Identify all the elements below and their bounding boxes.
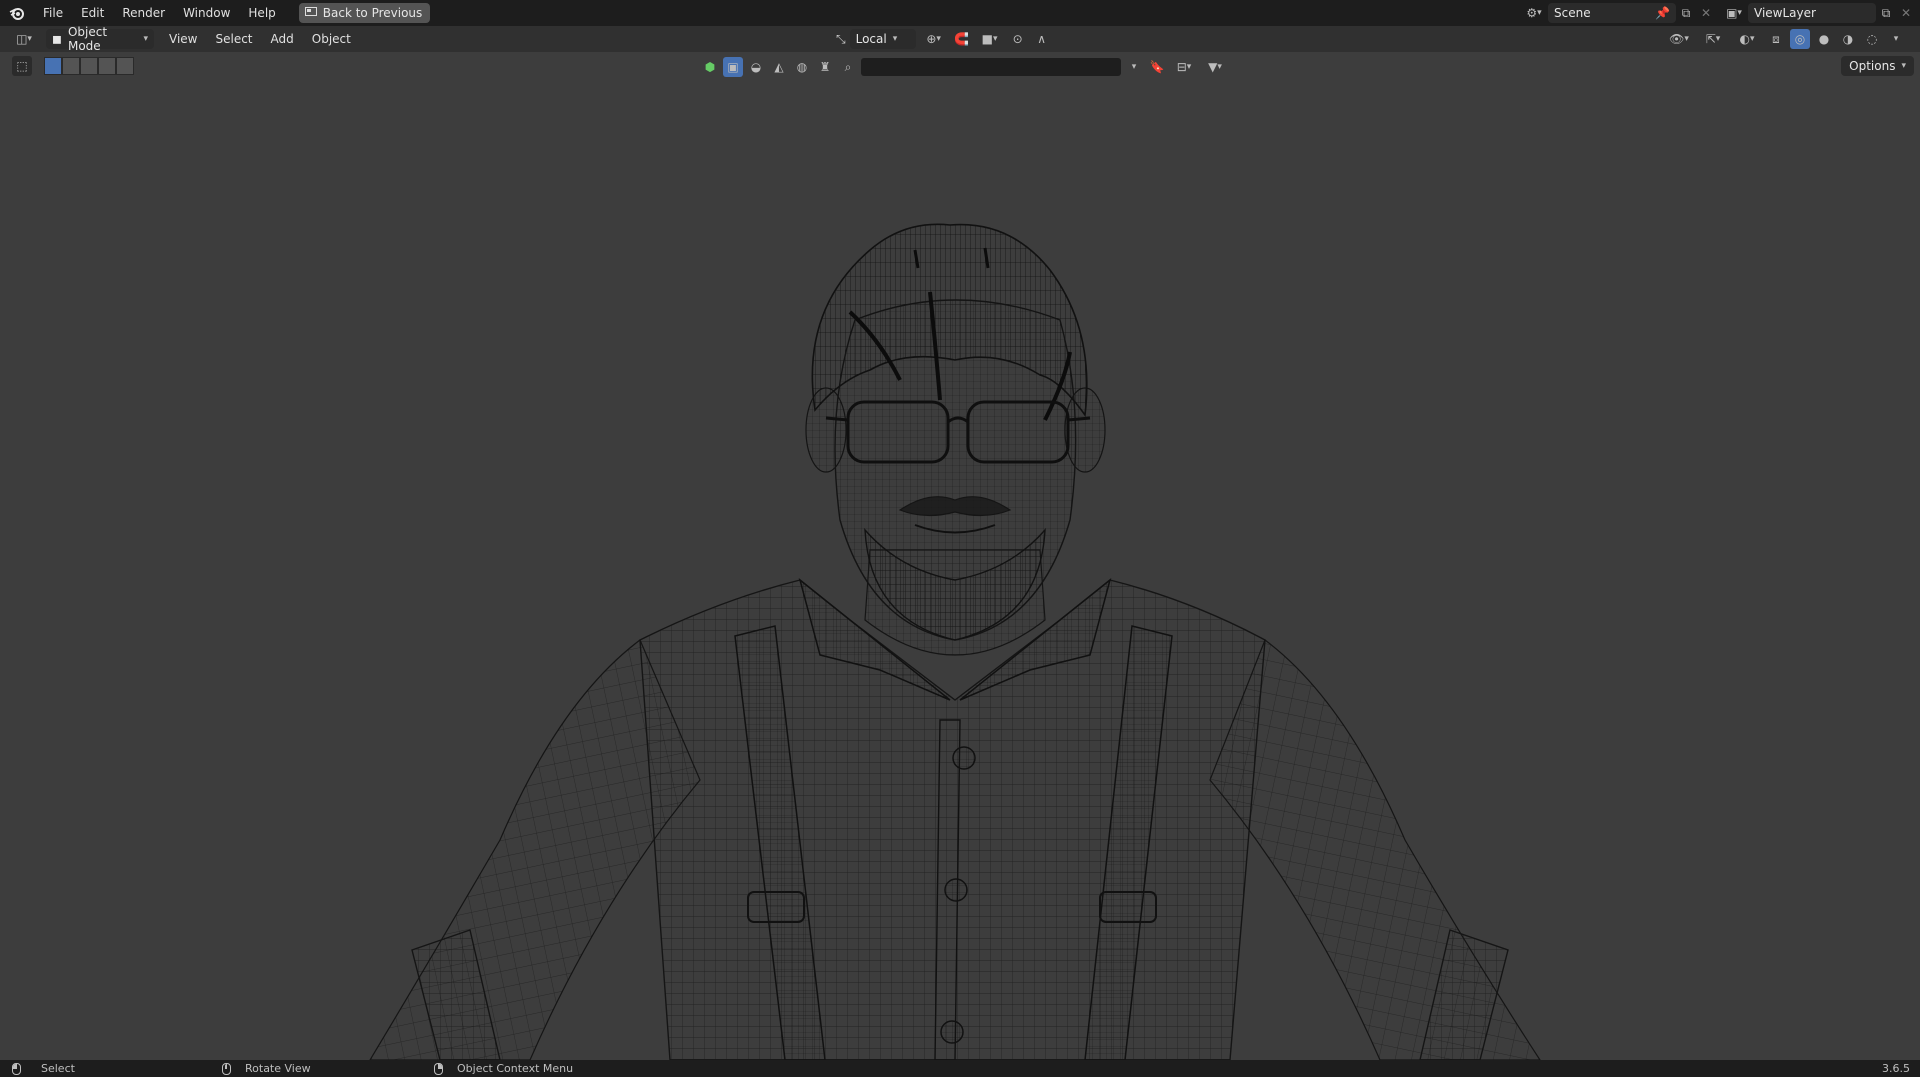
object-filter-icon[interactable]: ▣ xyxy=(723,57,743,77)
wireframe-character xyxy=(369,223,1541,1060)
wireframe-shading-icon[interactable]: ◎ xyxy=(1790,29,1810,49)
back-to-previous-button[interactable]: Back to Previous xyxy=(298,3,431,23)
view-layer-icon[interactable]: ⬢ xyxy=(700,57,720,77)
options-dropdown[interactable]: Options ▾ xyxy=(1841,56,1914,76)
menu-select[interactable]: Select xyxy=(206,32,261,46)
material-shading-icon[interactable]: ◑ xyxy=(1838,29,1858,49)
filter-icon[interactable]: ▼ ▾ xyxy=(1201,57,1229,77)
transform-controls: ⤡ Local ▾ ⊕ ▾ 🧲 ■ ▾ ⊙ ∧ xyxy=(836,29,1052,49)
mode-dropdown[interactable]: ◼ Object Mode ▾ xyxy=(46,25,154,53)
select-new-icon[interactable] xyxy=(44,57,62,75)
3d-viewport[interactable] xyxy=(0,80,1920,1060)
outliner-filter-bar: ⬢ ▣ ◒ ◭ ◍ ♜ ⌕ ▾ 🔖 ⊟ ▾ ▼ ▾ xyxy=(700,57,1229,77)
select-extend-icon[interactable] xyxy=(62,57,80,75)
select-subtract-icon[interactable] xyxy=(80,57,98,75)
viewlayer-selector-icon[interactable]: ▣ ▾ xyxy=(1720,3,1748,23)
shading-options-icon[interactable]: ▾ xyxy=(1886,29,1906,49)
select-invert-icon[interactable] xyxy=(98,57,116,75)
status-context: Object Context Menu xyxy=(434,1062,573,1075)
menu-file[interactable]: File xyxy=(34,0,72,26)
status-rotate: Rotate View xyxy=(222,1062,311,1075)
top-menu-bar: File Edit Render Window Help Back to Pre… xyxy=(0,0,1920,26)
bone-filter-icon[interactable]: ♜ xyxy=(815,57,835,77)
display-mode-icon[interactable]: ⊟ ▾ xyxy=(1170,57,1198,77)
mouse-right-icon xyxy=(434,1062,443,1075)
status-bar: Select Rotate View Object Context Menu 3… xyxy=(0,1060,1920,1077)
menu-help[interactable]: Help xyxy=(239,0,284,26)
solid-shading-icon[interactable]: ● xyxy=(1814,29,1834,49)
menu-render[interactable]: Render xyxy=(113,0,174,26)
scene-selector-icon[interactable]: ⚙ ▾ xyxy=(1520,3,1548,23)
chevron-down-icon: ▾ xyxy=(143,34,148,44)
options-label: Options xyxy=(1849,59,1896,73)
gizmo-icon[interactable]: ⇱ ▾ xyxy=(1698,29,1728,49)
material-filter-icon[interactable]: ◭ xyxy=(769,57,789,77)
selection-mode-group xyxy=(44,57,134,75)
search-icon: ⌕ xyxy=(844,59,852,74)
status-rotate-label: Rotate View xyxy=(245,1062,311,1075)
viewlayer-field[interactable]: ViewLayer xyxy=(1748,3,1876,23)
proportional-editing-icon[interactable]: ⊙ xyxy=(1008,29,1028,49)
shirt-button xyxy=(944,878,968,902)
shirt-button xyxy=(952,746,976,770)
select-intersect-icon[interactable] xyxy=(116,57,134,75)
transform-orientation-dropdown[interactable]: Local ▾ xyxy=(849,29,916,49)
menu-view[interactable]: View xyxy=(160,32,206,46)
search-input[interactable] xyxy=(861,58,1121,76)
chevron-down-icon: ▾ xyxy=(892,34,898,44)
status-select-label: Select xyxy=(41,1062,75,1075)
overlays-icon[interactable]: ◐ ▾ xyxy=(1732,29,1762,49)
pivot-point-icon[interactable]: ⊕ ▾ xyxy=(920,29,948,49)
status-context-label: Object Context Menu xyxy=(457,1062,574,1075)
screen-icon xyxy=(304,6,317,20)
version-label: 3.6.5 xyxy=(1882,1062,1910,1075)
snap-target-icon[interactable]: ■ ▾ xyxy=(976,29,1004,49)
blender-logo-icon[interactable] xyxy=(0,0,34,26)
remove-viewlayer-icon[interactable]: ✕ xyxy=(1896,3,1916,23)
tool-header: ⬚ ⬢ ▣ ◒ ◭ ◍ ♜ ⌕ ▾ 🔖 ⊟ ▾ ▼ ▾ Options ▾ xyxy=(0,52,1920,80)
remove-scene-icon[interactable]: ✕ xyxy=(1696,3,1716,23)
search-options-icon[interactable]: ▾ xyxy=(1124,57,1144,77)
menu-object[interactable]: Object xyxy=(303,32,360,46)
editor-type-icon[interactable]: ◫ ▾ xyxy=(6,29,42,49)
falloff-icon[interactable]: ∧ xyxy=(1032,29,1052,49)
status-select: Select xyxy=(12,1062,75,1075)
new-viewlayer-icon[interactable]: ⧉ xyxy=(1876,3,1896,23)
menu-window[interactable]: Window xyxy=(174,0,239,26)
bookmark-icon[interactable]: 🔖 xyxy=(1147,57,1167,77)
chevron-down-icon: ▾ xyxy=(1901,61,1906,71)
shirt-button xyxy=(940,1020,964,1044)
orientation-label: Local xyxy=(855,32,887,46)
mouse-middle-icon xyxy=(222,1062,231,1075)
rendered-shading-icon[interactable]: ◌ xyxy=(1862,29,1882,49)
xray-icon[interactable]: ⧈ xyxy=(1766,29,1786,49)
back-to-previous-label: Back to Previous xyxy=(322,6,423,20)
shading-controls: 👁 ▾ ⇱ ▾ ◐ ▾ ⧈ ◎ ● ◑ ◌ ▾ xyxy=(1664,29,1906,49)
transform-orientation-icon: ⤡ xyxy=(836,31,846,46)
menu-add[interactable]: Add xyxy=(262,32,303,46)
mode-label: Object Mode xyxy=(67,25,108,53)
left-ear xyxy=(805,387,847,473)
mesh-filter-icon[interactable]: ◒ xyxy=(746,57,766,77)
mouse-left-icon xyxy=(12,1062,21,1075)
visibility-icon[interactable]: 👁 ▾ xyxy=(1664,29,1694,49)
viewlayer-name: ViewLayer xyxy=(1754,6,1816,20)
viewport-header: ◫ ▾ ◼ Object Mode ▾ View Select Add Objec… xyxy=(0,25,1920,53)
snap-icon[interactable]: 🧲 xyxy=(952,29,972,49)
new-scene-icon[interactable]: ⧉ xyxy=(1676,3,1696,23)
world-filter-icon[interactable]: ◍ xyxy=(792,57,812,77)
scene-name: Scene xyxy=(1554,6,1591,20)
menu-edit[interactable]: Edit xyxy=(72,0,113,26)
pin-icon[interactable]: 📌 xyxy=(1655,6,1670,20)
select-tool-icon[interactable]: ⬚ xyxy=(12,56,32,76)
scene-field[interactable]: Scene 📌 xyxy=(1548,3,1676,23)
workspace-selectors: ⚙ ▾ Scene 📌 ⧉ ✕ ▣ ▾ ViewLayer ⧉ ✕ xyxy=(1520,0,1920,26)
object-mode-icon: ◼ xyxy=(52,32,62,46)
